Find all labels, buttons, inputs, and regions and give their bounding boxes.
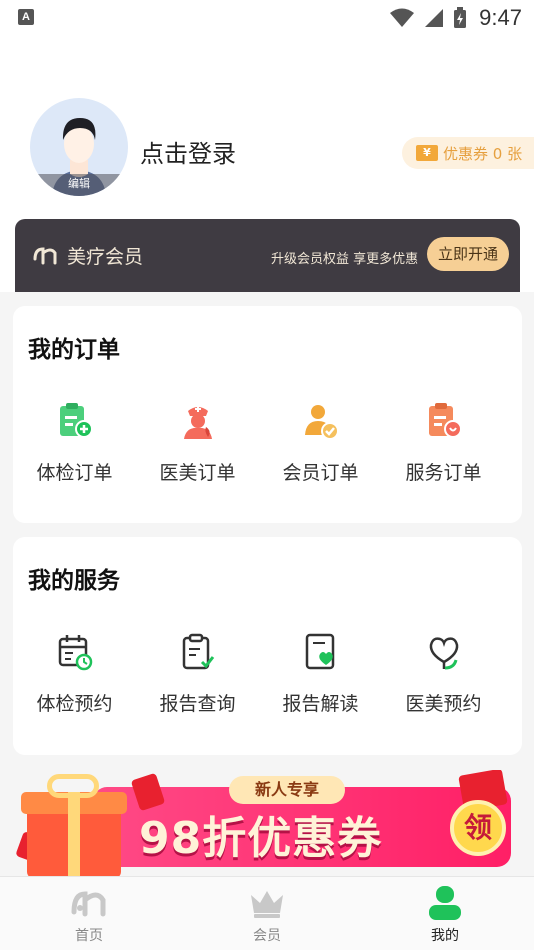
- gift-ribbon: [68, 792, 80, 876]
- vip-membership-card: 美疗会员 升级会员权益 享更多优惠 立即开通: [15, 219, 520, 292]
- avatar[interactable]: 编辑: [30, 98, 128, 196]
- notification-app-icon: A: [18, 9, 34, 25]
- orders-grid: 体检订单 医美订单 会员订单 服务订单: [13, 400, 522, 485]
- status-icons: 9:47: [389, 4, 522, 32]
- promo-banner[interactable]: 新人专享 98折优惠券 领: [13, 770, 522, 876]
- calendar-clock-icon: [54, 631, 96, 673]
- tab-label: 首页: [75, 928, 103, 944]
- clock: 9:47: [479, 5, 522, 30]
- vip-description: 升级会员权益 享更多优惠: [271, 252, 419, 267]
- service-item-label: 报告解读: [282, 693, 359, 715]
- order-item-label: 医美订单: [159, 462, 236, 484]
- clipboard-check-icon: [177, 631, 219, 673]
- tab-member[interactable]: 会员: [178, 877, 356, 950]
- services-grid: 体检预约 报告查询 报告解读 医美预约: [13, 631, 522, 716]
- battery-icon: [454, 7, 467, 28]
- service-item-aesthetic-booking[interactable]: 医美预约: [382, 631, 505, 716]
- order-item-service[interactable]: 服务订单: [382, 400, 505, 485]
- tab-label: 我的: [431, 928, 459, 944]
- user-icon: [426, 885, 464, 921]
- banner-tag: 新人专享: [229, 776, 345, 804]
- order-item-label: 会员订单: [282, 462, 359, 484]
- tab-mine[interactable]: 我的: [356, 877, 534, 950]
- status-bar: A 9:47: [0, 0, 534, 36]
- order-item-aesthetic[interactable]: 医美订单: [136, 400, 259, 485]
- wifi-icon: [390, 8, 415, 27]
- bottom-tab-bar: 首页 会员 我的: [0, 876, 534, 950]
- home-logo-icon: [70, 885, 108, 921]
- vip-activate-button[interactable]: 立即开通: [427, 237, 509, 271]
- login-link[interactable]: 点击登录: [140, 134, 236, 169]
- service-item-checkup-booking[interactable]: 体检预约: [13, 631, 136, 716]
- service-clipboard-icon: [423, 400, 465, 442]
- signal-icon: [425, 9, 444, 27]
- service-item-label: 体检预约: [36, 693, 113, 715]
- service-item-label: 报告查询: [159, 693, 236, 715]
- coupon-icon: ¥: [416, 145, 438, 161]
- tab-label: 会员: [253, 928, 281, 944]
- service-item-report-interpret[interactable]: 报告解读: [259, 631, 382, 716]
- order-item-label: 体检订单: [36, 462, 113, 484]
- coupon-count-label: 优惠券 0 张: [443, 144, 523, 163]
- orders-section-title: 我的订单: [28, 337, 120, 363]
- order-item-member[interactable]: 会员订单: [259, 400, 382, 485]
- gift-bow: [47, 774, 99, 798]
- vip-title: 美疗会员: [67, 246, 144, 268]
- document-heart-icon: [300, 631, 342, 673]
- services-section-title: 我的服务: [28, 568, 120, 594]
- clipboard-plus-icon: [54, 400, 96, 442]
- order-item-label: 服务订单: [405, 462, 482, 484]
- service-item-label: 医美预约: [405, 693, 482, 715]
- nurse-icon: [177, 400, 219, 442]
- banner-headline: 98折优惠券: [139, 813, 383, 864]
- my-orders-card: 我的订单 体检订单 医美订单 会员订单 服务订单: [13, 306, 522, 523]
- coupon-count-button[interactable]: ¥ 优惠券 0 张: [402, 137, 534, 169]
- order-item-checkup[interactable]: 体检订单: [13, 400, 136, 485]
- service-item-report-query[interactable]: 报告查询: [136, 631, 259, 716]
- member-check-icon: [300, 400, 342, 442]
- tab-home[interactable]: 首页: [0, 877, 178, 950]
- brand-logo-icon: [33, 247, 57, 265]
- claim-coupon-button[interactable]: 领: [450, 800, 506, 856]
- crown-icon: [248, 885, 286, 921]
- avatar-edit-label[interactable]: 编辑: [30, 174, 128, 196]
- my-services-card: 我的服务 体检预约 报告查询 报告解读 医美预约: [13, 537, 522, 755]
- heart-leaf-icon: [423, 631, 465, 673]
